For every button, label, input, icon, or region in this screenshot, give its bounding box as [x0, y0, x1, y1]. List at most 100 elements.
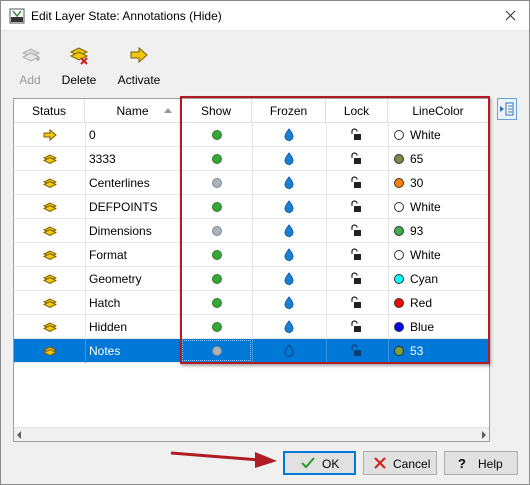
linecolor-swatch[interactable]	[394, 202, 404, 212]
show-on-icon[interactable]	[212, 250, 222, 260]
show-off-icon[interactable]	[212, 226, 222, 236]
linecolor-name[interactable]: White	[410, 195, 441, 219]
thaw-droplet-icon[interactable]	[284, 296, 294, 309]
unlocked-padlock-icon[interactable]	[350, 272, 362, 285]
show-on-icon[interactable]	[212, 274, 222, 284]
cancel-button[interactable]: Cancel	[363, 451, 437, 475]
help-button[interactable]: ? Help	[444, 451, 518, 475]
layer-status-icon[interactable]	[43, 272, 57, 286]
thaw-droplet-icon[interactable]	[284, 344, 294, 357]
linecolor-swatch[interactable]	[394, 130, 404, 140]
column-divider	[85, 219, 86, 243]
close-icon[interactable]	[495, 1, 525, 31]
column-divider	[181, 171, 182, 195]
show-on-icon[interactable]	[212, 298, 222, 308]
layer-status-icon[interactable]	[43, 200, 57, 214]
scroll-right-icon[interactable]	[482, 431, 486, 439]
activate-button[interactable]: Activate	[113, 43, 165, 89]
layer-name[interactable]: DEFPOINTS	[89, 195, 158, 219]
thaw-droplet-icon[interactable]	[284, 128, 294, 141]
column-divider	[252, 267, 253, 291]
linecolor-name[interactable]: White	[410, 243, 441, 267]
layer-status-icon[interactable]	[43, 176, 57, 190]
layer-name[interactable]: 3333	[89, 147, 116, 171]
column-header-lock[interactable]: Lock	[326, 99, 388, 123]
thaw-droplet-icon[interactable]	[284, 272, 294, 285]
layer-row[interactable]: 3333 65	[14, 147, 489, 171]
column-divider	[85, 195, 86, 219]
unlocked-padlock-icon[interactable]	[350, 344, 362, 357]
layer-row[interactable]: Hatch Red	[14, 291, 489, 315]
layer-name[interactable]: Format	[89, 243, 127, 267]
layer-row[interactable]: Geometry Cyan	[14, 267, 489, 291]
linecolor-name[interactable]: Red	[410, 291, 432, 315]
linecolor-swatch[interactable]	[394, 322, 404, 332]
layer-status-icon[interactable]	[43, 152, 57, 166]
unlocked-padlock-icon[interactable]	[350, 296, 362, 309]
layer-name[interactable]: Dimensions	[89, 219, 152, 243]
layer-row[interactable]: DEFPOINTS White	[14, 195, 489, 219]
linecolor-name[interactable]: White	[410, 123, 441, 147]
linecolor-swatch[interactable]	[394, 226, 404, 236]
layer-status-icon[interactable]	[43, 248, 57, 262]
thaw-droplet-icon[interactable]	[284, 200, 294, 213]
unlocked-padlock-icon[interactable]	[350, 320, 362, 333]
layer-name[interactable]: Hatch	[89, 291, 120, 315]
column-header-status[interactable]: Status	[14, 99, 85, 123]
grid-header: Status Name Show Frozen Lock LineColor	[14, 99, 489, 123]
horizontal-scrollbar[interactable]	[14, 427, 489, 441]
unlocked-padlock-icon[interactable]	[350, 248, 362, 261]
layer-row[interactable]: Centerlines 30	[14, 171, 489, 195]
layer-row[interactable]: Hidden Blue	[14, 315, 489, 339]
linecolor-swatch[interactable]	[394, 274, 404, 284]
layer-row[interactable]: 0 White	[14, 123, 489, 147]
add-button[interactable]: Add	[9, 43, 51, 89]
layer-row[interactable]: Notes 53	[14, 339, 489, 363]
linecolor-swatch[interactable]	[394, 346, 404, 356]
linecolor-swatch[interactable]	[394, 298, 404, 308]
unlocked-padlock-icon[interactable]	[350, 224, 362, 237]
column-header-frozen[interactable]: Frozen	[252, 99, 326, 123]
linecolor-swatch[interactable]	[394, 250, 404, 260]
layer-name[interactable]: 0	[89, 123, 96, 147]
show-on-icon[interactable]	[212, 130, 222, 140]
show-on-icon[interactable]	[212, 322, 222, 332]
ok-button[interactable]: OK	[283, 451, 356, 475]
layer-row[interactable]: Dimensions 93	[14, 219, 489, 243]
thaw-droplet-icon[interactable]	[284, 320, 294, 333]
thaw-droplet-icon[interactable]	[284, 248, 294, 261]
layer-status-icon[interactable]	[43, 320, 57, 334]
linecolor-swatch[interactable]	[394, 154, 404, 164]
linecolor-name[interactable]: Blue	[410, 315, 434, 339]
column-header-show[interactable]: Show	[181, 99, 252, 123]
layer-name[interactable]: Notes	[89, 339, 120, 363]
unlocked-padlock-icon[interactable]	[350, 128, 362, 141]
column-header-linecolor[interactable]: LineColor	[388, 99, 489, 123]
layer-name[interactable]: Geometry	[89, 267, 142, 291]
linecolor-name[interactable]: 65	[410, 147, 423, 171]
show-on-icon[interactable]	[212, 202, 222, 212]
unlocked-padlock-icon[interactable]	[350, 176, 362, 189]
show-off-icon[interactable]	[212, 178, 222, 188]
thaw-droplet-icon[interactable]	[284, 152, 294, 165]
column-chooser-button[interactable]	[497, 98, 517, 120]
linecolor-swatch[interactable]	[394, 178, 404, 188]
layer-name[interactable]: Centerlines	[89, 171, 150, 195]
layer-status-icon[interactable]	[43, 224, 57, 238]
layer-status-icon[interactable]	[43, 296, 57, 310]
linecolor-name[interactable]: 30	[410, 171, 423, 195]
unlocked-padlock-icon[interactable]	[350, 200, 362, 213]
layer-status-icon[interactable]	[43, 344, 57, 358]
scroll-left-icon[interactable]	[17, 431, 21, 439]
linecolor-name[interactable]: Cyan	[410, 267, 438, 291]
delete-button[interactable]: Delete	[57, 43, 101, 89]
show-on-icon[interactable]	[212, 154, 222, 164]
linecolor-name[interactable]: 53	[410, 339, 423, 363]
thaw-droplet-icon[interactable]	[284, 224, 294, 237]
layer-name[interactable]: Hidden	[89, 315, 127, 339]
thaw-droplet-icon[interactable]	[284, 176, 294, 189]
linecolor-name[interactable]: 93	[410, 219, 423, 243]
layer-row[interactable]: Format White	[14, 243, 489, 267]
unlocked-padlock-icon[interactable]	[350, 152, 362, 165]
current-layer-arrow-icon[interactable]	[43, 128, 57, 142]
